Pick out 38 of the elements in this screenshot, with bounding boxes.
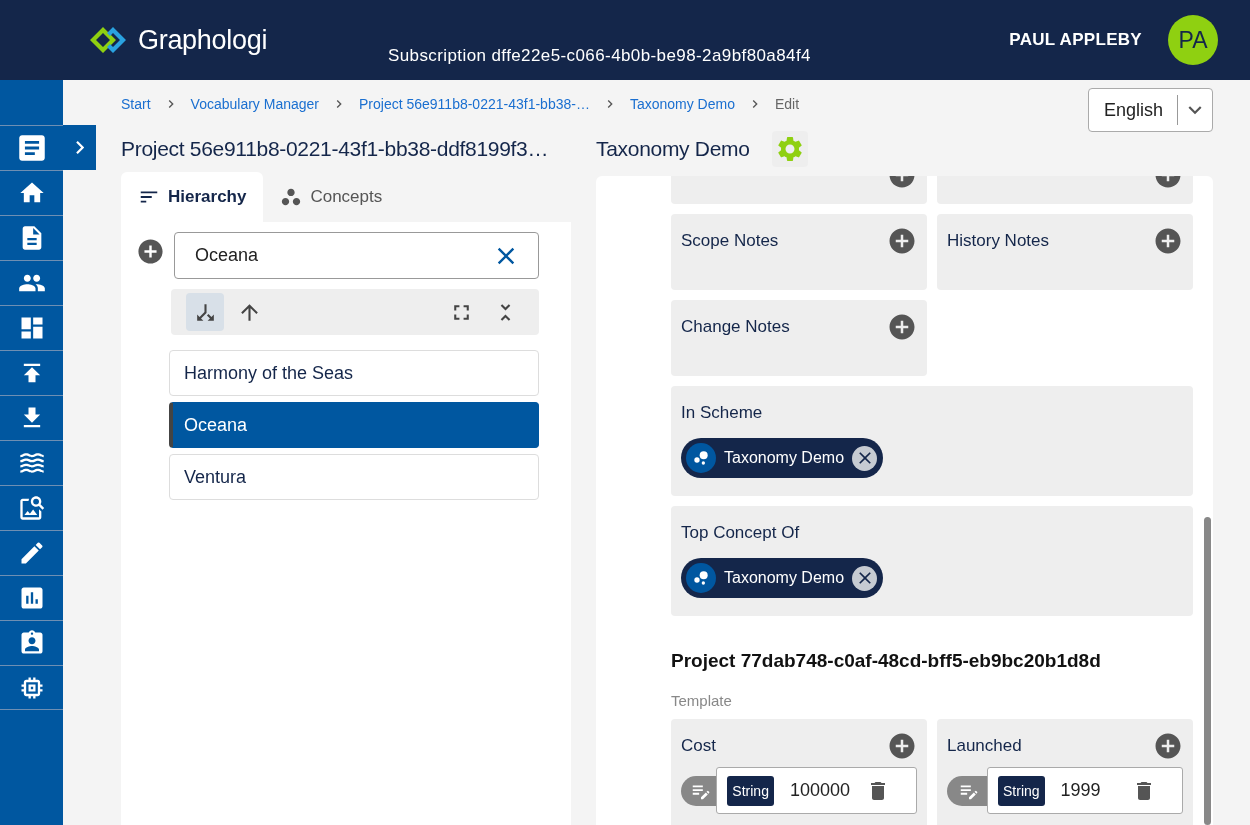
tree-item[interactable]: Harmony of the Seas xyxy=(169,350,539,396)
breadcrumb-link[interactable]: Start xyxy=(121,96,151,112)
chip-label: Taxonomy Demo xyxy=(724,569,845,587)
tree-item[interactable]: Ventura xyxy=(169,454,539,500)
card-label: History Notes xyxy=(947,231,1050,251)
card-label: Launched xyxy=(947,736,1022,756)
card-label: Change Notes xyxy=(681,317,790,337)
user-name: PAUL APPLEBY xyxy=(1009,30,1142,50)
value-field[interactable]: String 100000 xyxy=(716,767,917,814)
scheme-chip[interactable]: Taxonomy Demo xyxy=(681,438,884,478)
type-tag: String xyxy=(727,775,774,806)
breadcrumb-current: Edit xyxy=(774,96,800,112)
card-label: In Scheme xyxy=(681,403,763,423)
chip-label: Taxonomy Demo xyxy=(724,449,845,467)
tree-item[interactable]: Oceana xyxy=(169,402,539,448)
card-label: Top Concept Of xyxy=(681,523,800,543)
card-label: Cost xyxy=(681,736,716,756)
project-title: Project 56e911b8-0221-43f1-bb38-ddf8199f3… xyxy=(121,137,549,161)
breadcrumb-link[interactable]: Project 56e911b8-0221-43f1-bb38-… xyxy=(359,96,590,112)
tab[interactable]: Hierarchy xyxy=(121,172,264,222)
subscription-label: Subscription dffe22e5-c066-4b0b-be98-2a9bf80a84f4 xyxy=(388,46,811,66)
type-tag: String xyxy=(998,775,1045,806)
search-field[interactable]: Oceana xyxy=(174,232,539,279)
app-logo-text: Graphologi xyxy=(138,24,268,56)
value-text: 100000 xyxy=(789,780,850,801)
language-select[interactable]: English xyxy=(1088,88,1213,132)
breadcrumb-link[interactable]: Taxonomy Demo xyxy=(629,96,735,112)
breadcrumb-link[interactable]: Vocabulary Manager xyxy=(190,96,319,112)
tab[interactable]: Concepts xyxy=(263,172,400,222)
value-text: 1999 xyxy=(1060,780,1102,801)
section-title: Project 77dab748-c0af-48cd-bff5-eb9bc20b1d8d xyxy=(671,650,1102,672)
user-avatar[interactable]: PA xyxy=(1168,15,1218,65)
section-subtitle: Template xyxy=(671,692,733,709)
concept-title: Taxonomy Demo xyxy=(596,137,750,161)
scheme-chip[interactable]: Taxonomy Demo xyxy=(681,558,884,598)
card-label: Scope Notes xyxy=(681,231,779,251)
search-input[interactable]: Oceana xyxy=(193,244,492,267)
value-field[interactable]: String 1999 xyxy=(987,767,1183,814)
